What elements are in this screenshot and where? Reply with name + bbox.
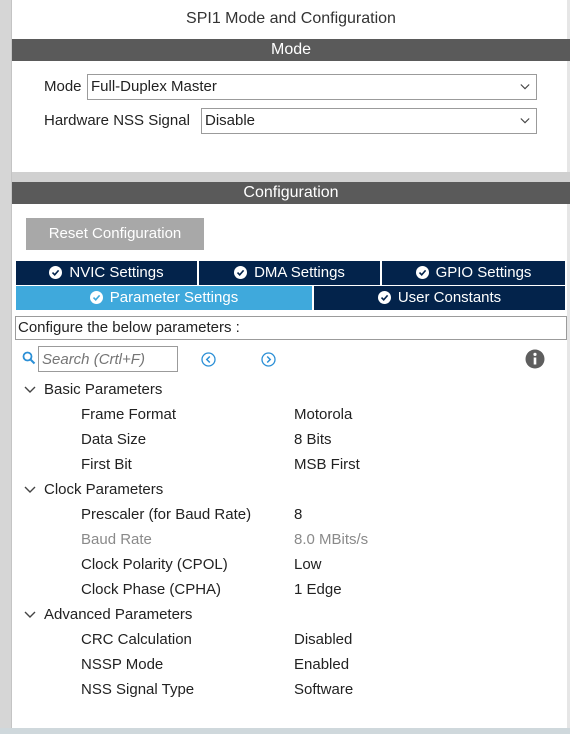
param-name-prescaler: Prescaler (for Baud Rate) [81,506,252,523]
mode-select-value: Full-Duplex Master [91,78,217,95]
check-circle-icon [49,266,63,279]
param-name-clock-phase: Clock Phase (CPHA) [81,581,222,598]
param-value-crc-calculation[interactable]: Disabled [294,631,352,648]
param-name-first-bit: First Bit [81,456,132,473]
nss-label: Hardware NSS Signal [44,112,190,129]
bottom-edge [0,728,570,734]
arrow-left-icon[interactable] [201,352,216,367]
param-value-clock-phase[interactable]: 1 Edge [294,581,342,598]
chevron-down-icon [24,386,36,393]
tab-label: Parameter Settings [109,289,239,306]
reset-configuration-button[interactable]: Reset Configuration [26,218,204,250]
group-label: Advanced Parameters [44,606,193,623]
search-icon [22,351,36,365]
tab-parameter-settings[interactable]: Parameter Settings [16,286,312,310]
arrow-right-icon[interactable] [261,352,276,367]
param-value-frame-format[interactable]: Motorola [294,406,352,423]
check-circle-icon [415,266,429,279]
configuration-section-header: Configuration [12,182,570,204]
check-circle-icon [234,266,248,279]
info-icon[interactable] [525,349,545,369]
mode-section-header: Mode [12,39,570,61]
group-label: Clock Parameters [44,481,164,498]
chevron-down-icon [24,611,36,618]
page-title: SPI1 Mode and Configuration [186,10,396,27]
param-name-baud-rate: Baud Rate [81,531,152,548]
section-divider [12,172,570,182]
param-name-data-size: Data Size [81,431,147,448]
tab-nvic-settings[interactable]: NVIC Settings [16,261,197,285]
chevron-down-icon [24,486,36,493]
left-panel-edge [0,0,12,734]
param-name-clock-polarity: Clock Polarity (CPOL) [81,556,228,573]
param-name-nss-signal-type: NSS Signal Type [81,681,195,698]
param-value-nss-signal-type[interactable]: Software [294,681,353,698]
mode-select[interactable]: Full-Duplex Master [87,74,537,100]
param-value-nssp-mode[interactable]: Enabled [294,656,349,673]
nss-select[interactable]: Disable [201,108,537,134]
tab-label: User Constants [397,289,502,306]
param-value-first-bit[interactable]: MSB First [294,456,360,473]
nss-select-value: Disable [205,112,256,129]
param-value-prescaler[interactable]: 8 [294,506,302,523]
param-value-data-size[interactable]: 8 Bits [294,431,332,448]
chevron-down-icon [520,84,530,90]
tab-user-constants[interactable]: User Constants [314,286,565,310]
tab-label: NVIC Settings [69,264,164,281]
check-circle-icon [377,291,391,304]
param-name-frame-format: Frame Format [81,406,177,423]
param-value-clock-polarity[interactable]: Low [294,556,322,573]
tab-dma-settings[interactable]: DMA Settings [199,261,380,285]
tab-label: DMA Settings [254,264,345,281]
group-label: Basic Parameters [44,381,163,398]
search-input[interactable] [38,346,178,372]
chevron-down-icon [520,118,530,124]
tab-gpio-settings[interactable]: GPIO Settings [382,261,565,285]
param-value-baud-rate: 8.0 MBits/s [294,531,369,548]
param-name-nssp-mode: NSSP Mode [81,656,164,673]
param-name-crc-calculation: CRC Calculation [81,631,192,648]
configure-instructions: Configure the below parameters : [15,316,567,340]
tab-label: GPIO Settings [435,264,532,281]
check-circle-icon [89,291,103,304]
mode-label: Mode [44,78,82,95]
